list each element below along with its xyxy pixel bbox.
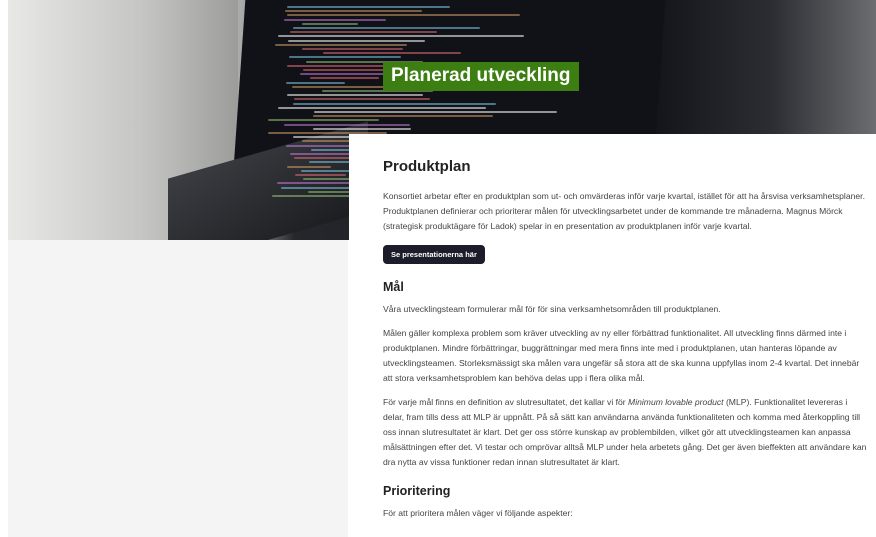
- goals-paragraph-3: För varje mål finns en definition av slu…: [383, 395, 868, 470]
- code-line: [281, 186, 357, 189]
- goals-paragraph-1: Våra utvecklingsteam formulerar mål för …: [383, 304, 721, 314]
- code-line: [278, 106, 486, 109]
- code-line: [275, 43, 407, 46]
- code-line: [287, 165, 331, 168]
- productplan-heading: Produktplan: [383, 158, 471, 175]
- code-line: [284, 18, 386, 21]
- page-title: Planerad utveckling: [383, 62, 579, 91]
- code-line: [285, 10, 422, 13]
- code-line: [290, 31, 437, 34]
- code-line: [287, 94, 423, 97]
- mlp-emphasis: Minimum lovable product: [628, 397, 724, 407]
- code-line: [313, 127, 411, 130]
- mlp-text-before: För varje mål finns en definition av slu…: [383, 397, 629, 407]
- main-content: Produktplan Konsortiet arbetar efter en …: [349, 134, 876, 537]
- presentations-button[interactable]: Se presentationerna här: [383, 245, 485, 264]
- priority-heading: Prioritering: [383, 484, 451, 498]
- priority-paragraph: För att prioritera målen väger vi följan…: [383, 508, 573, 518]
- code-line: [302, 22, 358, 25]
- code-line: [323, 52, 461, 55]
- code-line: [286, 81, 345, 84]
- code-line: [287, 6, 450, 8]
- code-line: [286, 144, 353, 147]
- goals-paragraph-2: Målen gäller komplexa problem som kräver…: [383, 328, 860, 383]
- code-line: [284, 123, 410, 126]
- code-line: [293, 27, 480, 29]
- code-line: [295, 174, 346, 176]
- code-line: [293, 102, 496, 105]
- code-line: [302, 48, 403, 50]
- goals-heading: Mål: [383, 280, 404, 294]
- code-line: [313, 115, 493, 118]
- productplan-paragraph: Konsortiet arbetar efter en produktplan …: [383, 191, 865, 231]
- code-line: [314, 111, 557, 113]
- mlp-text-after: (MLP). Funktionalitet levereras i delar,…: [383, 397, 867, 467]
- left-gray-panel: [8, 240, 348, 537]
- code-line: [288, 39, 425, 42]
- code-line: [293, 136, 352, 139]
